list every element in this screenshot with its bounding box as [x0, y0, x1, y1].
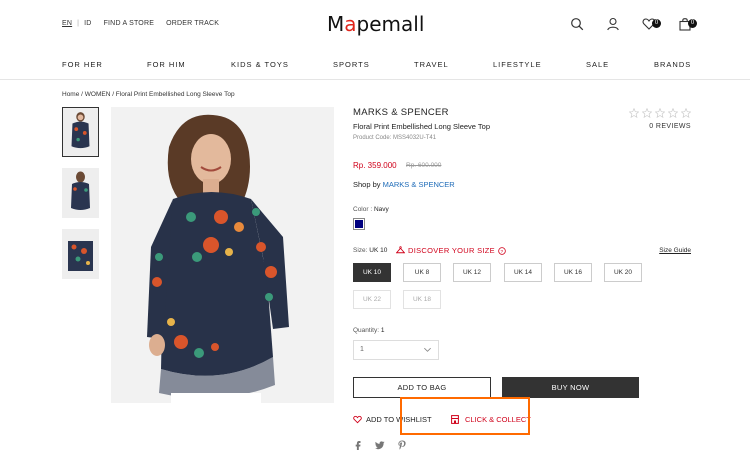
svg-text:?: ? [500, 248, 503, 254]
search-icon[interactable] [570, 17, 584, 31]
discover-size-link[interactable]: DISCOVER YOUR SIZE ? [396, 246, 506, 255]
quantity-label-text: Quantity: [353, 327, 380, 334]
cart-bag-icon[interactable]: 0 [678, 17, 697, 31]
thumbnail-front-image [63, 108, 98, 156]
logo-accent-letter: a [344, 12, 357, 36]
nav-lifestyle[interactable]: LIFESTYLE [493, 60, 542, 69]
color-label-text: Color : [353, 206, 373, 213]
nav-brands[interactable]: BRANDS [654, 60, 691, 69]
thumbnail-detail-image [62, 229, 99, 279]
twitter-icon[interactable] [375, 440, 385, 450]
size-label-text: Size: [353, 247, 368, 254]
add-to-bag-button[interactable]: ADD TO BAG [353, 377, 491, 398]
size-guide-link[interactable]: Size Guide [659, 247, 691, 254]
reviews-count[interactable]: 0 REVIEWS [649, 123, 691, 130]
highlight-annotation-box [400, 397, 530, 435]
quantity-value: 1 [380, 327, 385, 334]
color-swatch-navy[interactable] [353, 218, 365, 230]
size-option-uk10[interactable]: UK 10 [353, 263, 391, 282]
hanger-icon [396, 246, 405, 254]
nav-travel[interactable]: TRAVEL [414, 60, 449, 69]
size-label: Size: UK 10 [353, 247, 387, 254]
facebook-icon[interactable] [353, 440, 363, 450]
social-share [353, 440, 407, 450]
cart-count-badge: 0 [688, 19, 697, 28]
lang-separator: | [77, 20, 80, 27]
shop-by: Shop by MARKS & SPENCER [353, 180, 455, 189]
language-switcher: EN | ID [62, 20, 92, 27]
main-product-image[interactable] [111, 107, 334, 403]
star-icon [681, 108, 691, 118]
breadcrumb[interactable]: Home / WOMEN / Floral Print Embellished … [62, 91, 235, 98]
nav-for-him[interactable]: FOR HIM [147, 60, 186, 69]
color-value: Navy [373, 206, 389, 213]
logo-text: Mapemall [327, 12, 425, 36]
shop-by-brand-link[interactable]: MARKS & SPENCER [383, 180, 455, 189]
star-icon [655, 108, 665, 118]
thumbnail-detail[interactable] [62, 229, 99, 279]
thumbnail-back[interactable] [62, 168, 99, 218]
wishlist-count-badge: 0 [652, 19, 661, 28]
size-option-uk14[interactable]: UK 14 [504, 263, 542, 282]
header-icons: 0 0 [570, 17, 697, 31]
thumbnail-back-image [62, 168, 99, 218]
quantity-select-value: 1 [360, 346, 364, 353]
site-logo[interactable]: Mapemall [327, 12, 424, 36]
heart-icon [353, 415, 362, 424]
rating-stars[interactable] [629, 108, 691, 118]
size-option-uk8[interactable]: UK 8 [403, 263, 441, 282]
star-icon [629, 108, 639, 118]
top-bar: EN | ID FIND A STORE ORDER TRACK Mapemal… [0, 0, 750, 50]
nav-sale[interactable]: SALE [586, 60, 609, 69]
product-code: Product Code: MSS4032U-T41 [353, 135, 437, 141]
sale-price: Rp. 359.000 [353, 161, 397, 170]
nav-sports[interactable]: SPORTS [333, 60, 370, 69]
account-icon[interactable] [606, 17, 620, 31]
quantity-select[interactable]: 1 [353, 340, 439, 360]
buy-now-button[interactable]: BUY NOW [502, 377, 639, 398]
product-brand[interactable]: MARKS & SPENCER [353, 107, 449, 118]
thumbnail-front[interactable] [62, 107, 99, 157]
nav-for-her[interactable]: FOR HER [62, 60, 103, 69]
pinterest-icon[interactable] [397, 440, 407, 450]
model-wearing-top-image [111, 107, 334, 403]
lang-id[interactable]: ID [84, 20, 91, 27]
chevron-down-icon [424, 347, 431, 352]
size-option-uk18[interactable]: UK 18 [403, 290, 441, 309]
discover-size-text: DISCOVER YOUR SIZE [408, 246, 495, 255]
size-option-uk20[interactable]: UK 20 [604, 263, 642, 282]
lang-en[interactable]: EN [62, 20, 72, 27]
size-option-uk12[interactable]: UK 12 [453, 263, 491, 282]
color-swatch-fill [355, 220, 363, 228]
wishlist-heart-icon[interactable]: 0 [642, 17, 661, 31]
main-nav: FOR HER FOR HIM KIDS & TOYS SPORTS TRAVE… [0, 50, 750, 80]
size-option-uk16[interactable]: UK 16 [554, 263, 592, 282]
star-icon [642, 108, 652, 118]
size-value: UK 10 [369, 247, 388, 254]
quantity-label: Quantity: 1 [353, 327, 384, 334]
product-title: Floral Print Embellished Long Sleeve Top [353, 122, 491, 131]
nav-kids-toys[interactable]: KIDS & TOYS [231, 60, 289, 69]
find-store-link[interactable]: FIND A STORE [104, 20, 155, 27]
color-label: Color : Navy [353, 206, 389, 213]
help-icon: ? [498, 246, 506, 254]
top-links: EN | ID FIND A STORE ORDER TRACK [62, 20, 219, 27]
product-details: MARKS & SPENCER Floral Print Embellished… [353, 107, 693, 461]
original-price: Rp. 600.000 [406, 162, 442, 169]
shop-by-label: Shop by [353, 180, 381, 189]
size-option-uk22[interactable]: UK 22 [353, 290, 391, 309]
star-icon [668, 108, 678, 118]
order-track-link[interactable]: ORDER TRACK [166, 20, 219, 27]
